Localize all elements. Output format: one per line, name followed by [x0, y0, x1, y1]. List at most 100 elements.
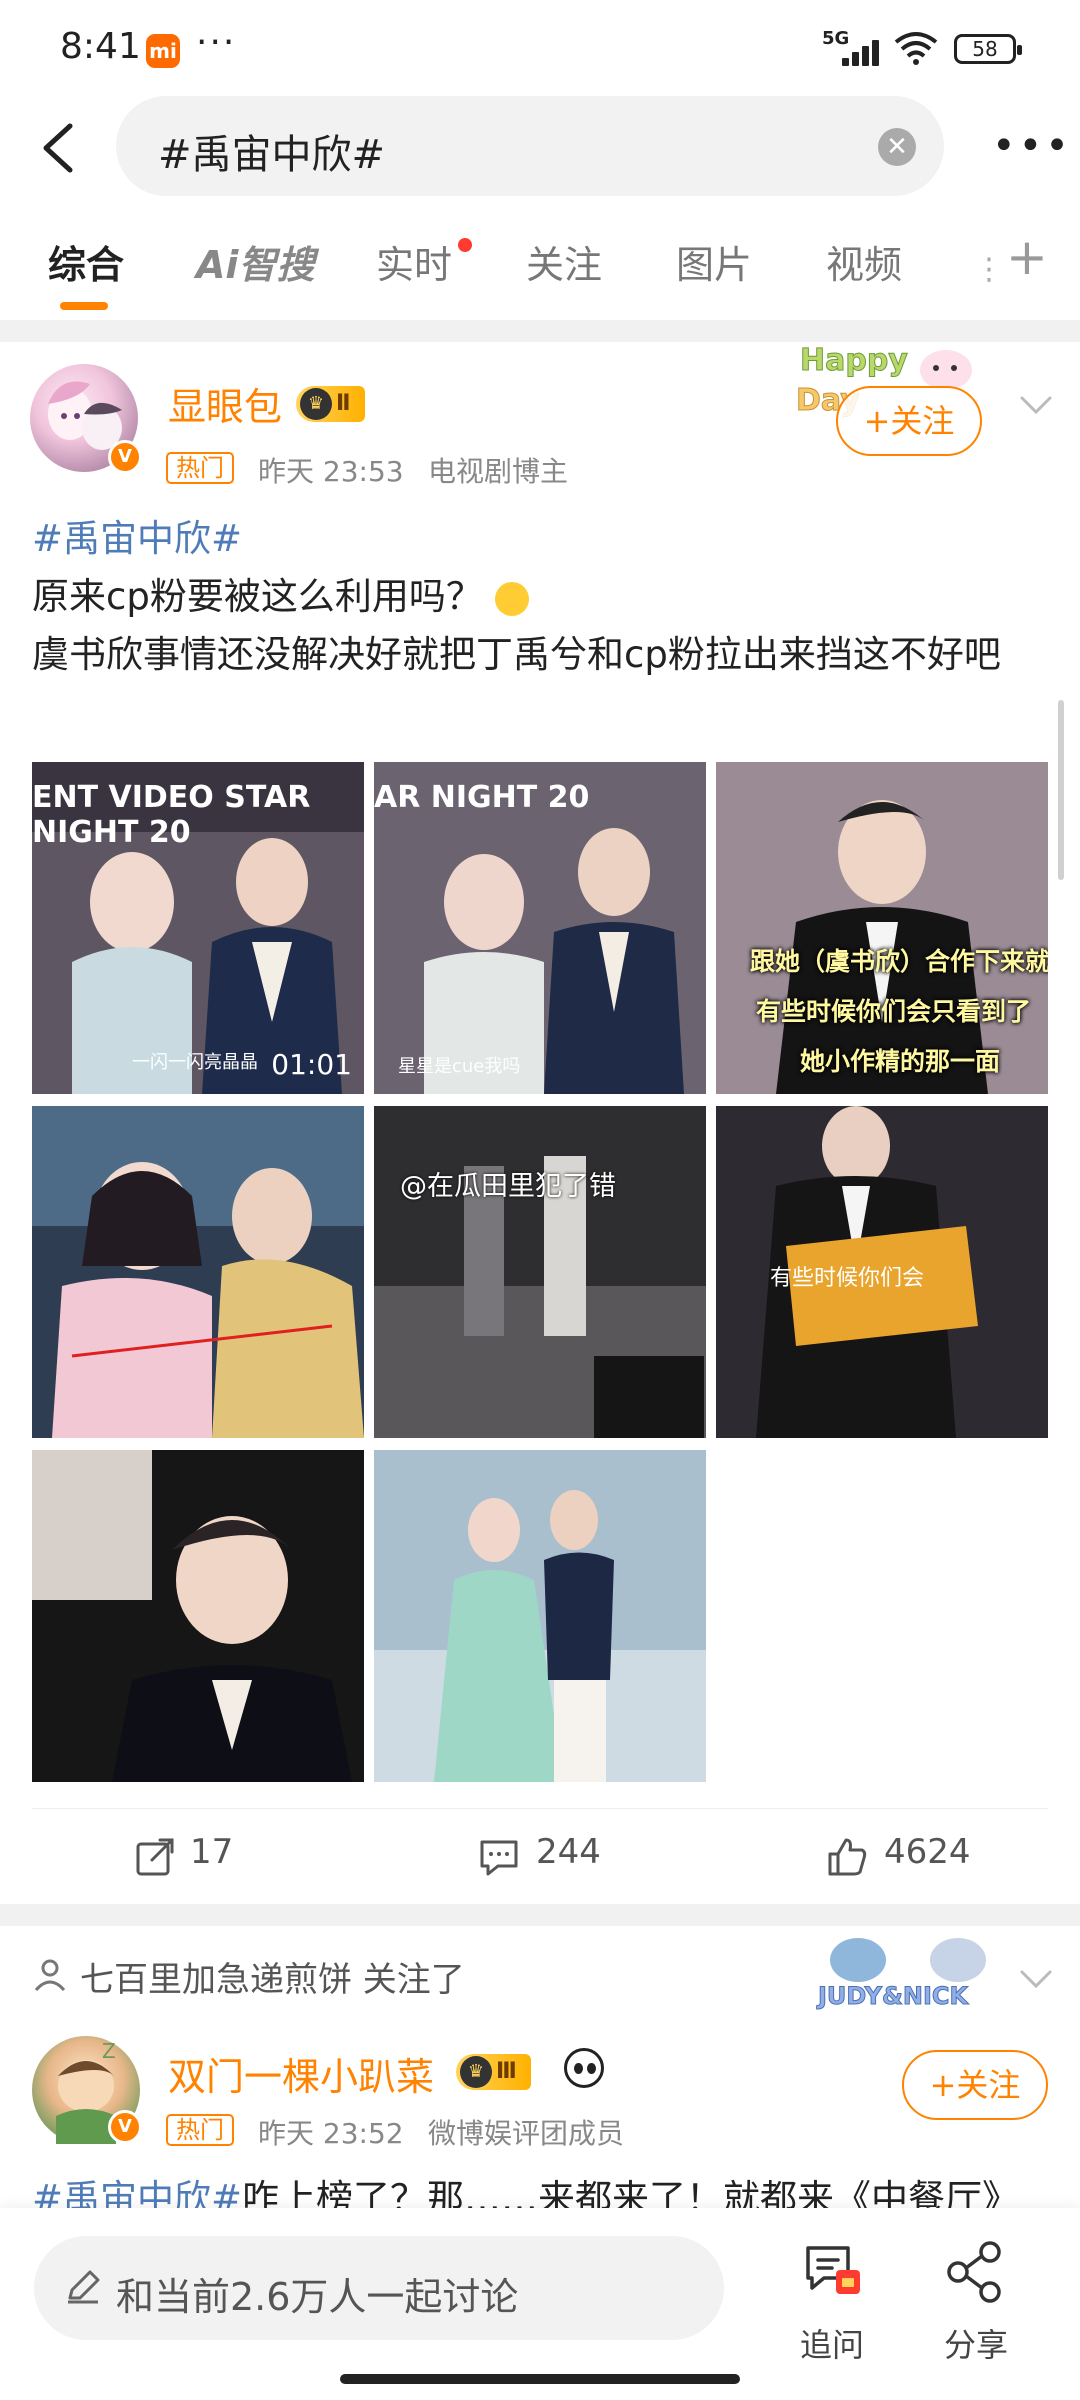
- avatar[interactable]: Z V: [32, 2036, 142, 2144]
- chevron-down-icon[interactable]: [1016, 1958, 1056, 1998]
- post-body[interactable]: #禹宙中欣# 原来cp粉要被这么利用吗？ 虞书欣事情还没解决好就把丁禹兮和cp粉…: [32, 510, 1052, 684]
- add-tab-icon[interactable]: +: [1006, 228, 1048, 286]
- tab-realtime[interactable]: 实时: [376, 234, 452, 289]
- hot-tag: 热门: [166, 452, 234, 484]
- post-time: 昨天 23:53: [258, 455, 404, 488]
- post-line-1: 原来cp粉要被这么利用吗？: [32, 575, 483, 618]
- status-bar: 8:41 mi ··· 5G 58: [0, 0, 1080, 96]
- author-role: 微博娱评团成员: [428, 2117, 625, 2150]
- hashtag-link[interactable]: #禹宙中欣#: [32, 517, 242, 560]
- post-actions-bar: 17 244 4624: [0, 1814, 1080, 1904]
- discussion-input[interactable]: 和当前2.6万人一起讨论: [34, 2236, 724, 2340]
- post-image-6[interactable]: 有些时候你们会: [716, 1106, 1048, 1438]
- image-caption: 有些时候你们会: [770, 1266, 925, 1291]
- tab-ai-search[interactable]: Ai智搜: [196, 234, 314, 289]
- image-caption-line-2: 有些时候你们会只看到了: [756, 997, 1032, 1026]
- tab-bar: 综合 Ai智搜 实时 关注 图片 视频 ⋮ +: [0, 222, 1080, 318]
- panda-icon: [564, 2048, 604, 2088]
- follow-button[interactable]: +关注: [836, 386, 982, 456]
- active-tab-indicator: [60, 302, 108, 310]
- repost-icon[interactable]: [134, 1836, 176, 1878]
- image-scene-5: [374, 1106, 706, 1438]
- post-image-3[interactable]: 跟她（虞书欣）合作下来就是 有些时候你们会只看到了 她小作精的那一面: [716, 762, 1048, 1094]
- post-author-name[interactable]: 显眼包: [168, 376, 282, 431]
- avatar[interactable]: V: [30, 364, 142, 474]
- jody-nick-decoration: JUDY&NICK: [816, 1938, 986, 2010]
- user-level-badge: ♛ Ⅲ: [456, 2054, 531, 2090]
- mi-app-icon: mi: [146, 34, 180, 68]
- share-button[interactable]: 分享: [916, 2228, 1036, 2364]
- share-label: 分享: [943, 2326, 1008, 2364]
- image-watermark: @在瓜田里犯了错: [400, 1171, 616, 1202]
- svg-text:Happy: Happy: [800, 343, 908, 378]
- user-level-badge: ♛ Ⅱ: [296, 386, 365, 422]
- pencil-icon: [68, 2270, 100, 2304]
- like-count[interactable]: 4624: [884, 1832, 971, 1872]
- post-image-7[interactable]: [32, 1450, 364, 1782]
- followed-by-note: 七百里加急递煎饼 关注了: [80, 1960, 465, 2000]
- comment-count[interactable]: 244: [536, 1832, 601, 1872]
- crown-icon: ♛: [460, 2056, 492, 2088]
- more-notifications-icon: ···: [196, 22, 237, 63]
- post-image-1[interactable]: ENT VIDEO STAR NIGHT 20 一闪一闪亮晶晶 01:01: [32, 762, 364, 1094]
- image-caption-line-1: 跟她（虞书欣）合作下来就是: [750, 947, 1048, 976]
- home-indicator[interactable]: [340, 2374, 740, 2384]
- ask-button[interactable]: 追问: [772, 2228, 892, 2364]
- svg-text:JUDY&NICK: JUDY&NICK: [816, 1982, 970, 2010]
- battery-indicator: 58: [954, 34, 1022, 64]
- post-line-2: 虞书欣事情还没解决好就把丁禹兮和cp粉拉出来挡这不好吧: [32, 633, 1001, 676]
- author-role: 电视剧博主: [428, 455, 569, 488]
- tab-comprehensive[interactable]: 综合: [48, 234, 124, 289]
- post-image-2[interactable]: AR NIGHT 20 星星是cue我吗: [374, 762, 706, 1094]
- chevron-down-icon[interactable]: [1016, 384, 1056, 424]
- back-arrow-icon[interactable]: [30, 116, 90, 180]
- post-image-5[interactable]: @在瓜田里犯了错: [374, 1106, 706, 1438]
- level-number: Ⅱ: [336, 391, 351, 416]
- post-image-4[interactable]: [32, 1106, 364, 1438]
- image-overlay-title: AR NIGHT 20: [374, 780, 590, 815]
- verified-badge-icon: V: [108, 2110, 142, 2144]
- repost-count[interactable]: 17: [190, 1832, 233, 1872]
- scrollbar[interactable]: [1058, 700, 1064, 880]
- signal-icon: [838, 38, 884, 66]
- image-scene-4: [32, 1106, 364, 1438]
- image-subtitle: 星星是cue我吗: [398, 1056, 521, 1077]
- like-icon[interactable]: [826, 1836, 868, 1878]
- bottom-action-bar: 和当前2.6万人一起讨论 追问 分享: [0, 2208, 1080, 2400]
- tab-videos[interactable]: 视频: [826, 234, 902, 289]
- tab-images[interactable]: 图片: [676, 234, 752, 289]
- tab-ai-search-label: 智搜: [238, 243, 315, 287]
- image-scene-8: [374, 1450, 706, 1782]
- section-divider: [0, 320, 1080, 342]
- ask-label: 追问: [799, 2326, 864, 2364]
- more-options-icon[interactable]: •••: [992, 126, 1072, 166]
- comment-icon[interactable]: [478, 1836, 520, 1878]
- search-header: #禹宙中欣# ✕ •••: [0, 96, 1080, 200]
- image-subtitle: 一闪一闪亮晶晶: [132, 1052, 258, 1073]
- tab-overflow-icon: ⋮: [974, 252, 1004, 287]
- video-duration: 01:01: [271, 1048, 352, 1081]
- post-divider-line: [32, 1808, 1048, 1809]
- verified-badge-icon: V: [108, 440, 142, 474]
- crown-icon: ♛: [300, 388, 332, 420]
- level-number: Ⅲ: [496, 2059, 517, 2084]
- image-scene-7: [32, 1450, 364, 1782]
- svg-text:Z: Z: [102, 2039, 116, 2063]
- ask-icon: [806, 2246, 860, 2294]
- hot-tag: 热门: [166, 2114, 234, 2146]
- section-divider: [0, 1904, 1080, 1926]
- post-image-8[interactable]: [374, 1450, 706, 1782]
- search-query: #禹宙中欣#: [158, 132, 386, 178]
- follow-button[interactable]: +关注: [902, 2050, 1048, 2120]
- status-time: 8:41: [60, 26, 141, 67]
- wifi-icon: [894, 32, 938, 65]
- search-input[interactable]: #禹宙中欣# ✕: [116, 96, 944, 196]
- post-time: 昨天 23:52: [258, 2117, 404, 2150]
- post-author-name[interactable]: 双门一棵小趴菜: [168, 2046, 434, 2101]
- tab-following[interactable]: 关注: [526, 234, 602, 289]
- emoji-icon: [494, 581, 529, 616]
- image-caption-line-3: 她小作精的那一面: [800, 1047, 1001, 1076]
- share-icon: [947, 2241, 1001, 2303]
- new-content-dot: [458, 238, 472, 252]
- clear-search-icon[interactable]: ✕: [878, 128, 916, 166]
